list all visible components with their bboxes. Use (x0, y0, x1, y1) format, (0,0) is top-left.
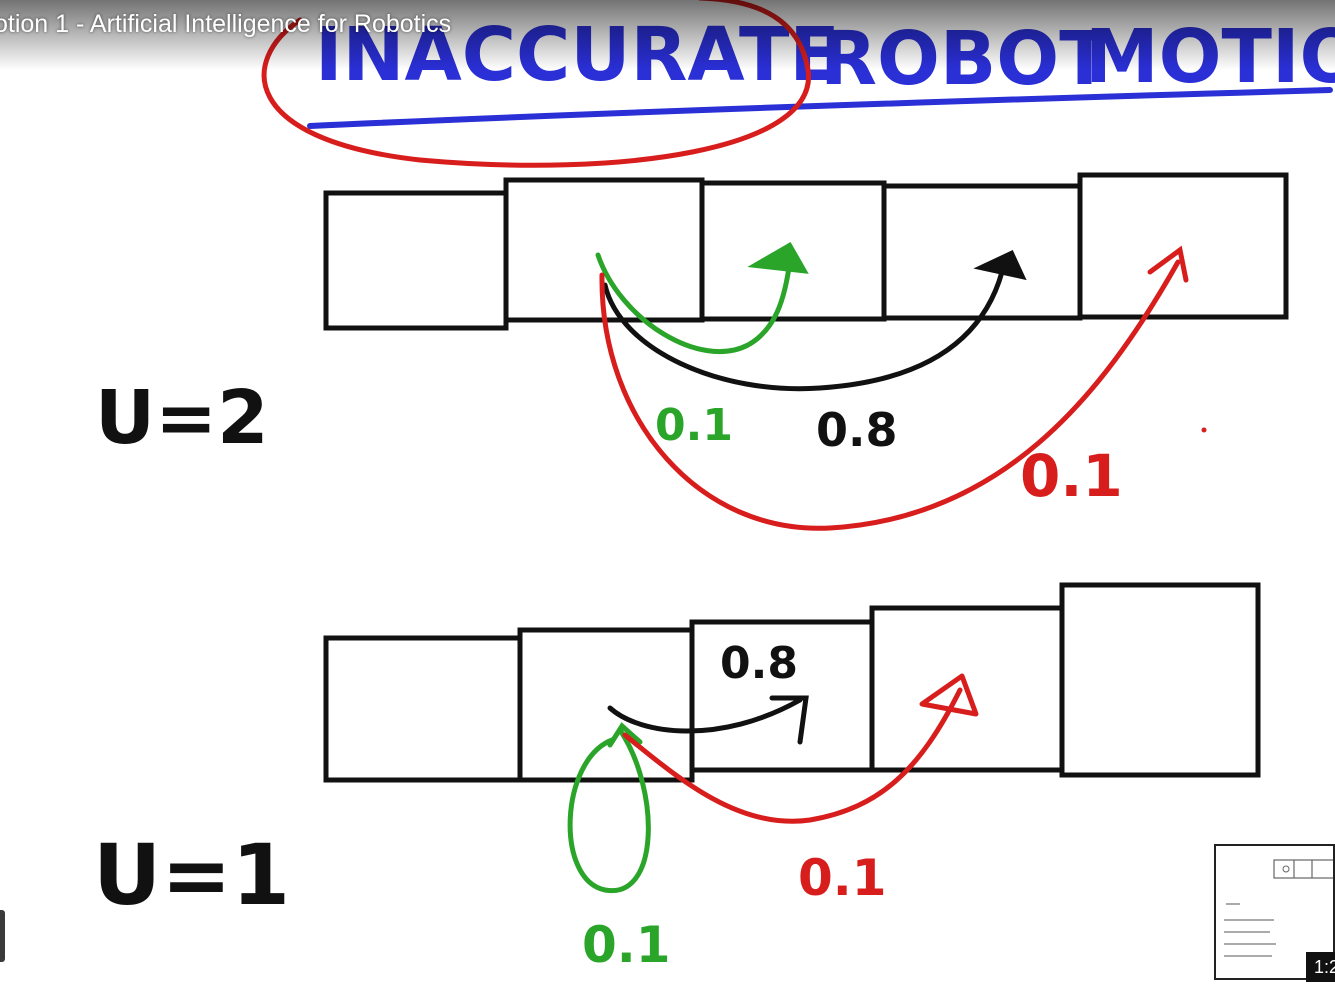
arrow-top-exact (602, 269, 1005, 392)
arrow-bottom-under (567, 727, 651, 894)
prob-bottom-exact: 0.8 (720, 638, 798, 689)
thumbnail-duration: 1:2 (1306, 952, 1335, 982)
label-u-2: U=2 (95, 375, 269, 461)
seek-handle-icon[interactable] (0, 910, 5, 962)
grid-bottom-cell (1059, 582, 1261, 778)
arrow-bottom-over (622, 687, 963, 824)
arrowhead-top-exact (973, 249, 1027, 281)
video-title[interactable]: otion 1 - Artificial Intelligence for Ro… (0, 10, 451, 39)
grid-bottom-cell (323, 635, 523, 783)
heading-word-robot: ROBOT (820, 16, 1110, 102)
prob-bottom-over: 0.1 (798, 849, 887, 907)
arrow-bottom-exact (607, 697, 803, 734)
grid-top (323, 172, 1289, 331)
prob-top-under: 0.1 (655, 400, 733, 451)
whiteboard-canvas: INACCURATE ROBOT MOTION U=2 0.1 0.8 0.1 (93, 0, 1335, 974)
video-player[interactable]: INACCURATE ROBOT MOTION U=2 0.1 0.8 0.1 (0, 0, 1335, 986)
stray-dot (1201, 427, 1207, 433)
arrowhead-top-under (747, 241, 809, 274)
arrow-top-under (595, 252, 793, 354)
prob-bottom-under: 0.1 (582, 916, 671, 974)
grid-bottom-cell (517, 627, 695, 783)
grid-top-cell (881, 183, 1083, 321)
prob-top-exact: 0.8 (816, 403, 898, 457)
prob-top-over: 0.1 (1020, 442, 1123, 510)
label-u-1: U=1 (93, 826, 290, 924)
grid-top-cell (1077, 172, 1289, 320)
arrowhead-bottom-over (919, 673, 979, 717)
heading-word-motion: MOTION (1085, 14, 1335, 100)
grid-top-cell (323, 190, 509, 331)
